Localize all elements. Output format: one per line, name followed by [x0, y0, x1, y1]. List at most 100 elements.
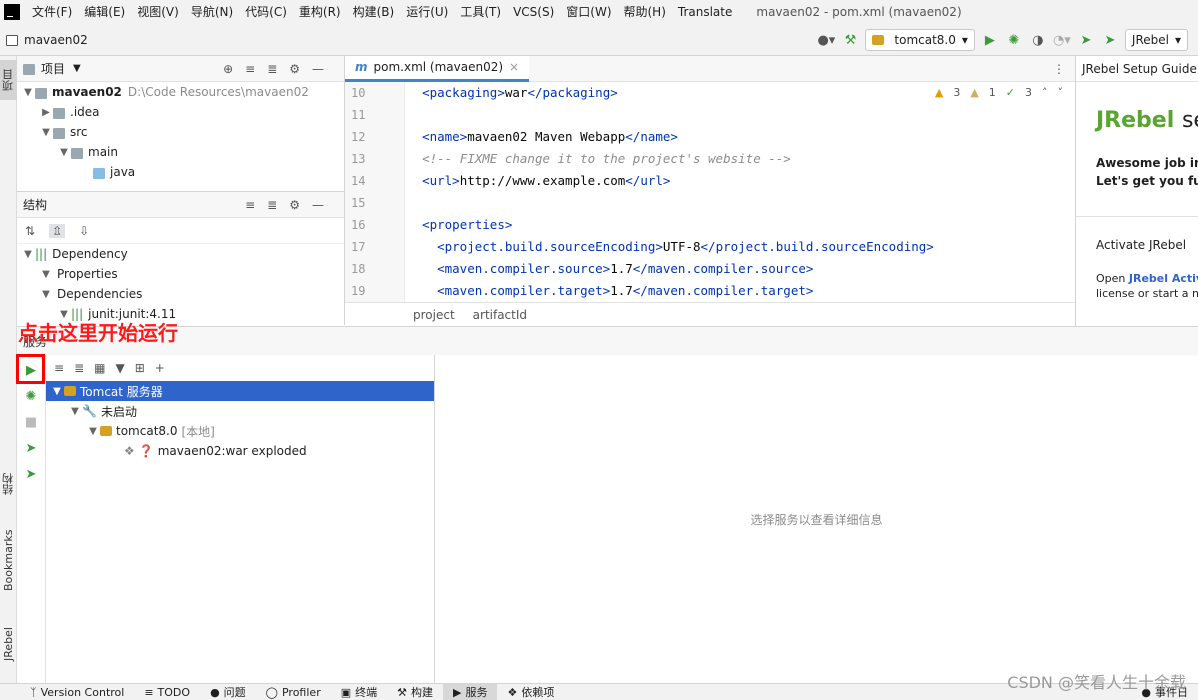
menu-tools[interactable]: 工具(T)	[454, 0, 507, 24]
debug-icon[interactable]: ✺	[1005, 31, 1023, 49]
tree-row-root[interactable]: ▼ mavaen02 D:\Code Resources\mavaen02	[17, 82, 344, 102]
tree-row-properties[interactable]: ▼ Properties	[17, 264, 344, 284]
profile-icon[interactable]: ◔▾	[1053, 31, 1071, 49]
inspection-widget[interactable]: ▲ 3 ▲ 1 ✓ 3 ˄ ˅	[935, 86, 1063, 99]
menu-navigate[interactable]: 导航(N)	[185, 0, 239, 24]
bookmarks-tool-tab[interactable]: Bookmarks	[0, 518, 17, 602]
chevron-right-icon[interactable]: ▶	[39, 107, 53, 118]
code-line: <!-- FIXME change it to the project's we…	[422, 151, 791, 166]
status-terminal[interactable]: ▣ 终端	[331, 684, 387, 700]
build-hammer-icon[interactable]: ⚒	[841, 31, 859, 49]
chevron-down-icon[interactable]: ˅	[1058, 86, 1064, 99]
menu-view[interactable]: 视图(V)	[131, 0, 185, 24]
menu-edit[interactable]: 编辑(E)	[78, 0, 131, 24]
chevron-down-icon[interactable]: ▼	[57, 147, 71, 158]
tree-row-not-started[interactable]: ▼ 🔧 未启动	[46, 401, 434, 421]
debug-icon[interactable]: ✺	[22, 387, 40, 405]
run-icon[interactable]: ▶	[981, 31, 999, 49]
sort-icon[interactable]: ⇅	[25, 224, 35, 238]
breadcrumb-item[interactable]: artifactId	[473, 308, 527, 322]
tree-row-dependency[interactable]: ▼ ||| Dependency	[17, 244, 344, 264]
module-icon	[6, 35, 18, 46]
add-icon[interactable]: +	[155, 361, 165, 375]
chevron-down-icon[interactable]: ▼	[39, 289, 53, 300]
menu-vcs[interactable]: VCS(S)	[507, 0, 560, 24]
group-icon[interactable]: ▦	[94, 361, 105, 375]
chevron-down-icon[interactable]: ▼	[73, 63, 81, 74]
folder-icon	[23, 64, 35, 75]
tree-row-main[interactable]: ▼ main	[17, 142, 344, 162]
chevron-down-icon[interactable]: ▼	[21, 87, 35, 98]
menu-refactor[interactable]: 重构(R)	[293, 0, 347, 24]
menu-translate[interactable]: Translate	[672, 0, 739, 24]
status-profiler[interactable]: ◯ Profiler	[256, 686, 331, 699]
tree-row-tomcat-servers[interactable]: ▼ Tomcat 服务器	[46, 381, 434, 401]
coverage-icon[interactable]: ◑	[1029, 31, 1047, 49]
services-placeholder: 选择服务以查看详细信息	[750, 513, 883, 527]
tree-row-dependencies[interactable]: ▼ Dependencies	[17, 284, 344, 304]
menu-window[interactable]: 窗口(W)	[560, 0, 617, 24]
status-version-control[interactable]: ᛉ Version Control	[20, 686, 134, 699]
breadcrumb-item[interactable]: project	[413, 308, 455, 322]
new-tab-icon[interactable]: ⊞	[135, 361, 145, 375]
collapse-icon[interactable]: ⇩	[79, 224, 89, 238]
jrebel-tool-tab[interactable]: JRebel	[0, 616, 17, 672]
menu-file[interactable]: 文件(F)	[26, 0, 78, 24]
services-detail: 选择服务以查看详细信息	[435, 355, 1198, 684]
structure-tool-tab[interactable]: 结构	[0, 461, 17, 507]
tree-row-tomcat8[interactable]: ▼ tomcat8.0 [本地]	[46, 421, 434, 441]
chevron-down-icon[interactable]: ▼	[86, 426, 100, 437]
services-icon: ▶	[453, 685, 462, 699]
status-dependencies[interactable]: ❖ 依赖项	[497, 684, 564, 700]
menu-run[interactable]: 运行(U)	[400, 0, 454, 24]
jrebel-run-icon[interactable]: ➤	[1077, 31, 1095, 49]
stop-icon[interactable]: ■	[22, 413, 40, 431]
tree-row-java[interactable]: java	[17, 162, 344, 182]
menu-build[interactable]: 构建(B)	[347, 0, 401, 24]
editor-tab-pom[interactable]: m pom.xml (mavaen02) ×	[345, 55, 530, 82]
status-todo[interactable]: ≡ TODO	[134, 686, 200, 699]
status-build[interactable]: ⚒ 构建	[387, 684, 443, 700]
code-area[interactable]: <packaging>war</packaging> <name>mavaen0…	[407, 82, 1047, 302]
project-breadcrumb[interactable]: mavaen02	[6, 33, 88, 47]
jrebel-activate-link[interactable]: JRebel Activa	[1129, 272, 1198, 285]
tree-row-src[interactable]: ▼ src	[17, 122, 344, 142]
jrebel-select[interactable]: JRebel ▾	[1124, 29, 1188, 51]
run-config-select[interactable]: tomcat8.0 ▾	[865, 29, 975, 51]
chevron-down-icon[interactable]: ▼	[50, 386, 64, 397]
jrebel-tab-title[interactable]: JRebel Setup Guide	[1076, 56, 1198, 82]
status-todo-label: TODO	[157, 685, 191, 699]
expand-icon[interactable]: ⇫	[49, 223, 66, 238]
project-tool-tab[interactable]: 项目	[0, 60, 17, 100]
menu-help[interactable]: 帮助(H)	[618, 0, 672, 24]
jrebel-debug-icon[interactable]: ➤	[1101, 31, 1119, 49]
tree-row-artifact[interactable]: ❖ ❓ mavaen02:war exploded	[46, 441, 434, 461]
user-icon[interactable]: ●▾	[817, 31, 835, 49]
project-panel-title[interactable]: 项目	[41, 60, 65, 77]
jrebel-run-icon[interactable]: ➤	[22, 439, 40, 457]
jrebel-open-prefix: Open	[1096, 272, 1129, 285]
tree-row-idea[interactable]: ▶ .idea	[17, 102, 344, 122]
terminal-icon: ▣	[340, 685, 352, 699]
chevron-up-icon[interactable]: ˄	[1042, 86, 1048, 99]
status-services[interactable]: ▶ 服务	[443, 684, 498, 700]
more-icon[interactable]: ⋮	[1053, 62, 1065, 76]
artifact-label: mavaen02:war exploded	[157, 444, 307, 458]
panel-actions[interactable]: ⊕≡≣⚙—	[223, 62, 336, 76]
expand-all-icon[interactable]: ≡	[54, 361, 64, 375]
jrebel-debug-icon[interactable]: ➤	[22, 465, 40, 483]
source-folder-icon	[93, 167, 105, 179]
jrebel-select-label: JRebel	[1131, 33, 1169, 47]
collapse-all-icon[interactable]: ≣	[74, 361, 84, 375]
line-number: 13	[351, 152, 366, 166]
close-icon[interactable]: ×	[509, 60, 519, 74]
chevron-down-icon[interactable]: ▼	[39, 269, 53, 280]
status-problems[interactable]: ● 问题	[200, 684, 256, 700]
chevron-down-icon[interactable]: ▼	[39, 127, 53, 138]
filter-icon[interactable]: ▼	[115, 361, 124, 375]
chevron-down-icon[interactable]: ▼	[21, 249, 35, 260]
panel-actions[interactable]: ≡≣⚙—	[245, 198, 336, 212]
menu-code[interactable]: 代码(C)	[239, 0, 293, 24]
chevron-down-icon[interactable]: ▼	[68, 406, 82, 417]
